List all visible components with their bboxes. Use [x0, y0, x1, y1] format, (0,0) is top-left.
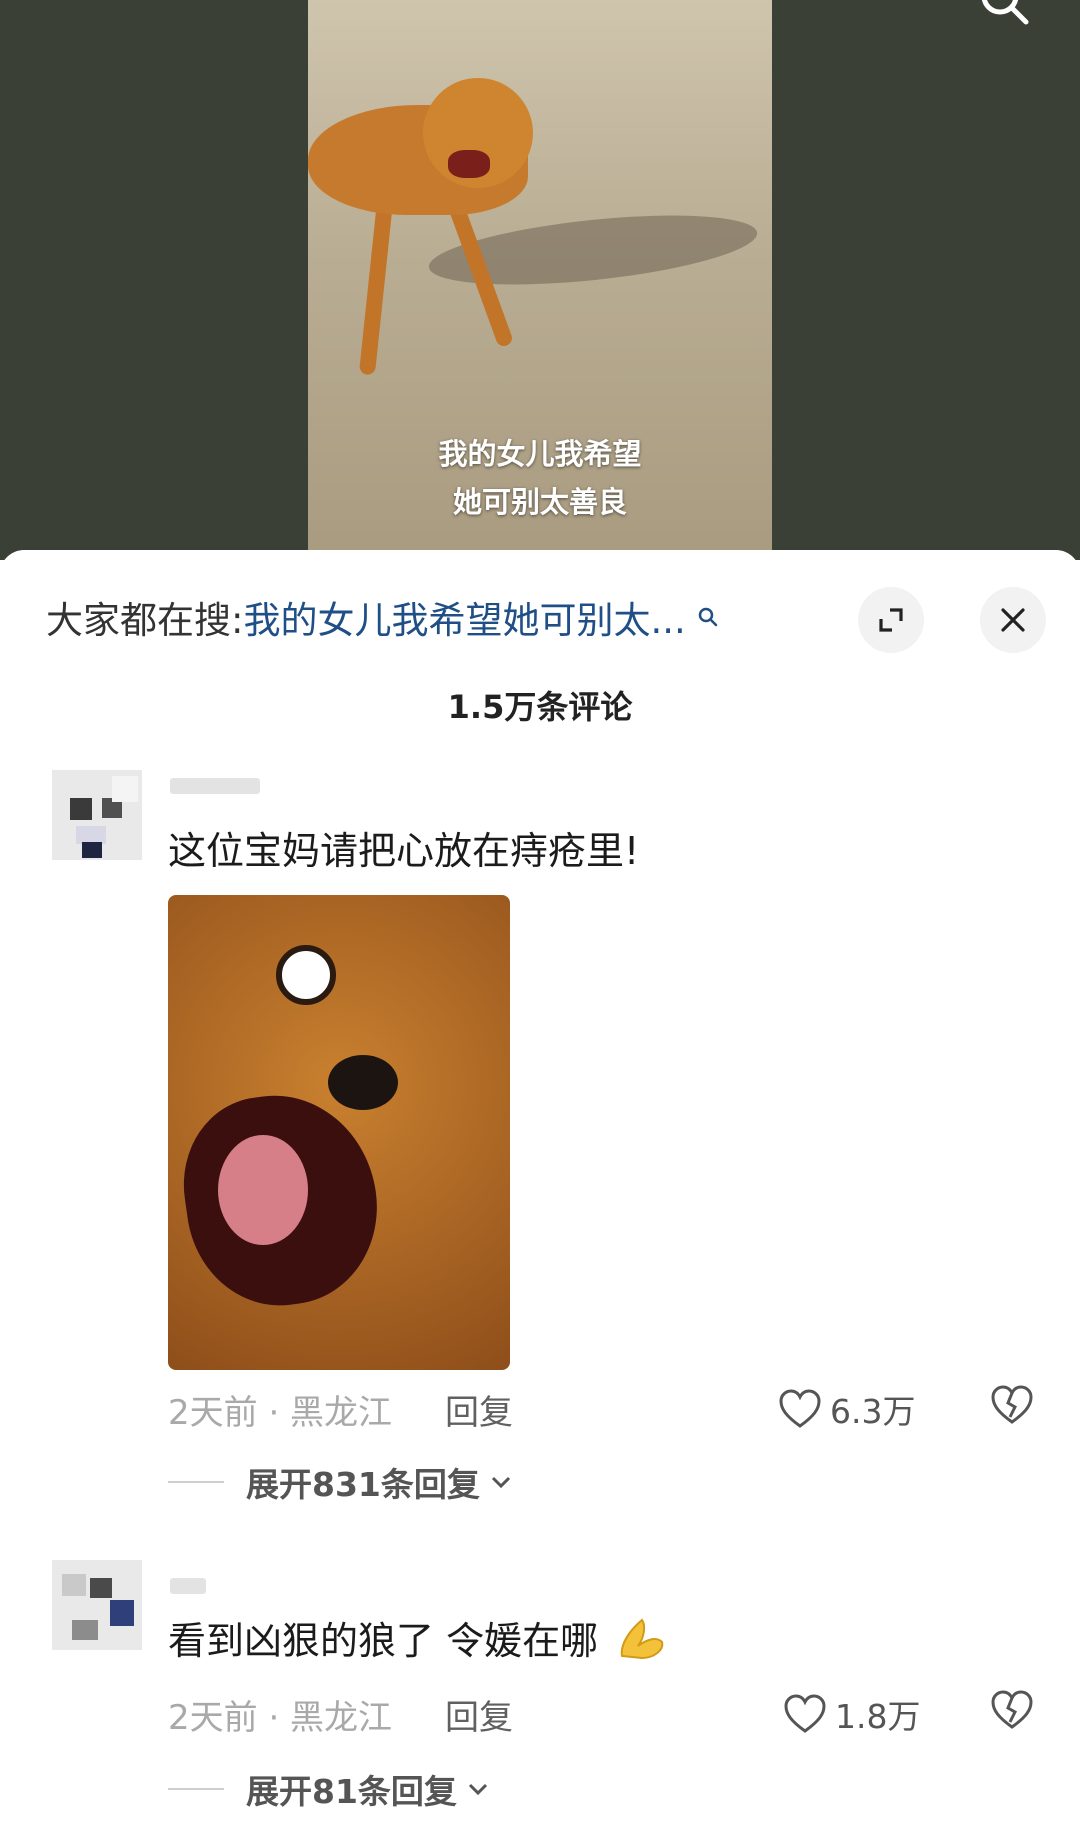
search-icon[interactable] — [696, 605, 720, 629]
expand-replies-button[interactable]: 展开81条回复 — [168, 1765, 489, 1813]
heart-icon — [779, 1389, 821, 1428]
expand-replies-label: 展开831条回复 — [246, 1465, 480, 1504]
comment-image[interactable] — [168, 895, 510, 1370]
avatar[interactable] — [52, 770, 142, 860]
expand-icon — [879, 608, 903, 632]
comment-meta: 2天前 · 黑龙江 — [168, 1393, 393, 1433]
reply-button[interactable]: 回复 — [445, 1385, 513, 1434]
broken-heart-icon[interactable] — [990, 1690, 1034, 1730]
username[interactable] — [170, 778, 260, 794]
avatar[interactable] — [52, 1560, 142, 1650]
dog-mouth — [448, 150, 490, 178]
search-icon[interactable] — [980, 0, 1030, 26]
username[interactable] — [170, 1578, 206, 1594]
praying-hands-emoji — [620, 1618, 664, 1660]
video-player[interactable]: 我的女儿我希望 她可别太善良 — [0, 0, 1080, 560]
video-caption-line-2: 她可别太善良 — [452, 485, 627, 519]
heart-icon — [784, 1694, 826, 1733]
dog-tongue — [218, 1135, 308, 1245]
chevron-down-icon — [468, 1783, 487, 1796]
dog-leg — [358, 199, 394, 376]
close-icon — [1001, 608, 1025, 632]
chevron-down-icon — [491, 1476, 510, 1489]
comment-count: 1.5万条评论 — [447, 688, 633, 726]
comment-text-body: 看到凶狠的狼了 令媛在哪 — [168, 1619, 599, 1663]
comment-meta: 2天前 · 黑龙江 — [168, 1698, 393, 1738]
expand-replies-label: 展开81条回复 — [246, 1772, 457, 1811]
dog-nose — [328, 1055, 398, 1110]
expand-button[interactable] — [858, 587, 924, 653]
search-suggestion[interactable]: 大家都在搜: 我的女儿我希望她可别太... — [46, 592, 720, 642]
dog-eye — [276, 945, 336, 1005]
reply-button[interactable]: 回复 — [445, 1690, 513, 1739]
comment-item: 看到凶狠的狼了 令媛在哪 2天前 · 黑龙江 回复 1.8万 展开81条回复 — [0, 1560, 1080, 1820]
like-button[interactable]: 1.8万 — [783, 1690, 920, 1738]
like-button[interactable]: 6.3万 — [778, 1385, 915, 1433]
like-count: 6.3万 — [830, 1392, 916, 1431]
video-caption: 我的女儿我希望 她可别太善良 — [308, 430, 772, 526]
expand-replies-button[interactable]: 展开831条回复 — [168, 1458, 512, 1506]
video-caption-line-1: 我的女儿我希望 — [438, 437, 642, 471]
comment-sheet: 大家都在搜: 我的女儿我希望她可别太... 1.5万条评论 这位宝妈请把心放在痔… — [0, 550, 1080, 1834]
video-frame: 我的女儿我希望 她可别太善良 — [308, 0, 772, 560]
broken-heart-icon[interactable] — [990, 1385, 1034, 1425]
comment-text: 这位宝妈请把心放在痔疮里! — [168, 829, 640, 873]
search-suggestion-prefix: 大家都在搜: — [46, 599, 244, 642]
search-suggestion-query[interactable]: 我的女儿我希望她可别太... — [243, 590, 685, 644]
comment-item: 这位宝妈请把心放在痔疮里! 2天前 · 黑龙江 回复 6.3万 展开831条回复 — [0, 770, 1080, 1504]
divider-line — [168, 1788, 224, 1790]
divider-line — [168, 1481, 224, 1483]
close-button[interactable] — [980, 587, 1046, 653]
comment-text: 看到凶狠的狼了 令媛在哪 — [168, 1610, 668, 1665]
like-count: 1.8万 — [835, 1697, 921, 1736]
